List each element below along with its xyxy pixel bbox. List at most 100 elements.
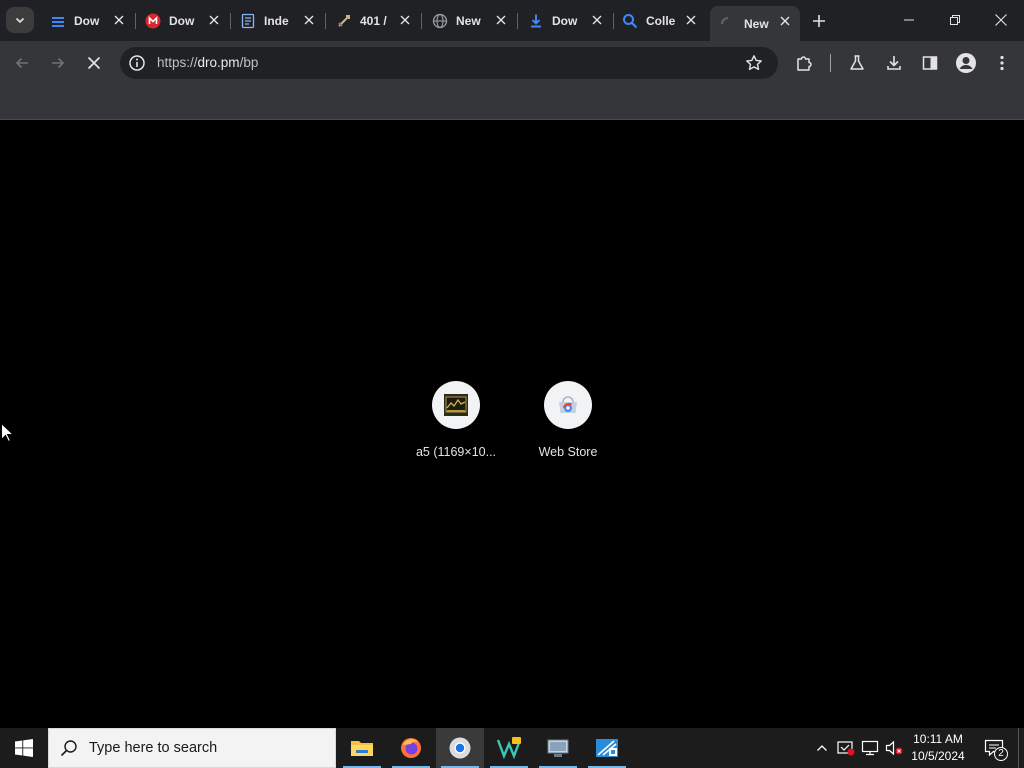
tray-volume-icon[interactable] [884, 738, 904, 758]
toolbar-divider [830, 54, 831, 72]
tab-5[interactable]: Dow [518, 5, 614, 36]
tab-1[interactable]: Dow [135, 5, 231, 36]
close-icon[interactable] [590, 13, 604, 27]
kebab-menu-icon [1000, 55, 1004, 71]
search-icon [59, 738, 79, 758]
avatar-icon [956, 53, 976, 73]
address-bar[interactable]: https://dro.pm/bp [120, 47, 778, 79]
close-icon[interactable] [778, 14, 792, 28]
tab-title: Dow [169, 13, 195, 28]
taskbar-firefox[interactable] [387, 728, 435, 768]
mega-favicon [145, 13, 161, 29]
tray-security-icon[interactable] [836, 738, 856, 758]
profile-button[interactable] [952, 49, 980, 77]
close-icon [995, 14, 1007, 26]
search-placeholder: Type here to search [89, 740, 218, 756]
network-app-icon [547, 739, 569, 757]
sword-favicon [336, 13, 352, 29]
site-info-icon[interactable] [128, 54, 146, 72]
tab-strip: Dow Dow Inde 401 / New Dow Colle New [0, 0, 1024, 41]
close-icon[interactable] [684, 13, 698, 27]
side-panel-icon [922, 56, 938, 70]
tab-3[interactable]: 401 / [326, 5, 422, 36]
shortcut-label: Web Store [538, 445, 598, 459]
search-favicon [622, 13, 638, 29]
close-window-button[interactable] [978, 0, 1024, 40]
taskbar-clock[interactable]: 10:11 AM 10/5/2024 [906, 731, 970, 765]
windows-logo-icon [15, 739, 33, 757]
taskbar-file-explorer[interactable] [338, 728, 386, 768]
labs-button[interactable] [843, 49, 871, 77]
taskbar-search-box[interactable]: Type here to search [48, 728, 336, 768]
arrow-left-icon [15, 57, 28, 69]
show-desktop-button[interactable] [1018, 728, 1024, 768]
address-bar-url[interactable]: https://dro.pm/bp [157, 55, 258, 70]
download-favicon [528, 13, 544, 29]
restore-button[interactable] [932, 0, 978, 40]
close-icon[interactable] [398, 13, 412, 27]
visual-studio-icon [496, 737, 522, 760]
tab-title: 401 / [360, 13, 387, 28]
taskbar-visual-studio[interactable] [485, 728, 533, 768]
close-icon[interactable] [207, 13, 221, 27]
security-alert-icon [837, 741, 855, 756]
start-button[interactable] [0, 728, 48, 768]
tab-title: Dow [74, 13, 100, 28]
tab-title: Dow [552, 13, 578, 28]
network-icon [861, 740, 879, 756]
tab-4[interactable]: New [422, 5, 518, 36]
close-icon[interactable] [494, 13, 508, 27]
tab-6[interactable]: Colle [612, 5, 706, 36]
downloads-button[interactable] [880, 49, 908, 77]
show-hidden-icons-button[interactable] [812, 738, 832, 758]
file-explorer-icon [351, 741, 373, 756]
url-path: /bp [239, 55, 259, 70]
close-icon[interactable] [112, 13, 126, 27]
tab-title: New [744, 16, 769, 31]
notification-center-button[interactable]: 2 [978, 728, 1010, 768]
download-icon [887, 56, 901, 70]
flask-icon [850, 55, 864, 70]
url-host: dro.pm [197, 55, 240, 70]
mouse-cursor-icon [1, 423, 13, 442]
close-icon[interactable] [302, 13, 316, 27]
extensions-button[interactable] [790, 49, 818, 77]
web-store-icon [559, 396, 577, 413]
back-button[interactable] [8, 49, 36, 77]
notification-count-badge: 2 [994, 747, 1008, 761]
chrome-icon [449, 737, 471, 759]
shortcut-tile[interactable]: Web Store [512, 381, 624, 459]
minimize-button[interactable] [886, 0, 932, 40]
side-panel-button[interactable] [916, 49, 944, 77]
page-favicon [240, 13, 256, 29]
stack-favicon [50, 13, 66, 29]
clock-date: 10/5/2024 [911, 749, 965, 763]
tab-search-button[interactable] [6, 7, 34, 33]
stop-loading-button[interactable] [80, 49, 108, 77]
tab-0[interactable]: Dow [40, 5, 136, 36]
minimize-icon [904, 19, 914, 21]
new-tab-page: a5 (1169×10... Web Store [0, 121, 1024, 728]
windows-taskbar: Type here to search 10:11 AM 10/5/2024 2 [0, 728, 1024, 768]
forward-button[interactable] [44, 49, 72, 77]
tab-title: Colle [646, 13, 676, 28]
tab-title: Inde [264, 13, 289, 28]
tab-2[interactable]: Inde [230, 5, 326, 36]
plus-icon [813, 15, 825, 27]
restore-icon [950, 15, 960, 25]
tab-7-active[interactable]: New [710, 6, 800, 41]
taskbar-chrome[interactable] [436, 728, 484, 768]
image-thumbnail-icon [444, 394, 468, 416]
chevron-down-icon [15, 17, 25, 24]
speaker-muted-icon [885, 740, 903, 756]
tray-network-icon[interactable] [860, 738, 880, 758]
taskbar-remote-app[interactable] [583, 728, 631, 768]
shortcut-icon-circle [544, 381, 592, 429]
bookmark-star-icon[interactable] [744, 53, 764, 73]
firefox-icon [401, 738, 421, 758]
new-tab-button[interactable] [808, 10, 830, 32]
taskbar-network-app[interactable] [534, 728, 582, 768]
stop-icon [87, 56, 101, 70]
menu-button[interactable] [988, 49, 1016, 77]
shortcut-tile[interactable]: a5 (1169×10... [400, 381, 512, 459]
